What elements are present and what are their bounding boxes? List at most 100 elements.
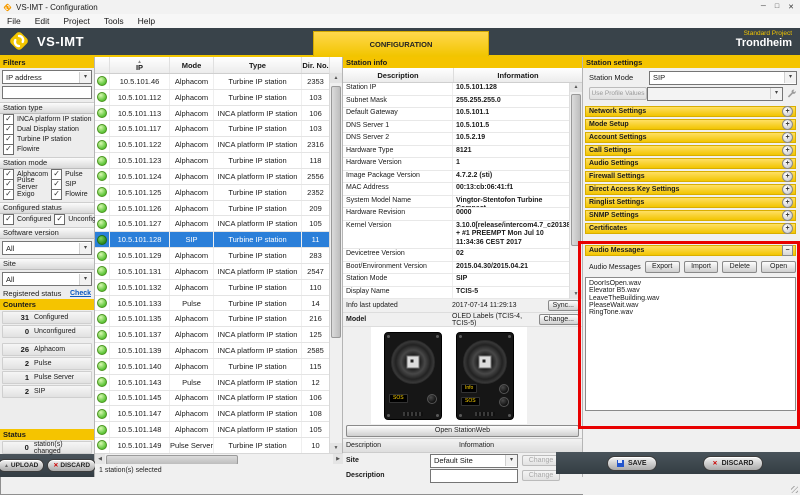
upload-button[interactable]: ▲ UPLOAD xyxy=(0,459,44,472)
menu-item[interactable]: Tools xyxy=(97,16,131,26)
chevron-down-icon[interactable]: ▾ xyxy=(770,88,782,99)
scroll-right-icon[interactable]: ▶ xyxy=(333,454,343,464)
expand-plus-icon[interactable]: + xyxy=(782,106,793,117)
expand-plus-icon[interactable]: + xyxy=(782,158,793,169)
table-row[interactable]: 10.5.101.137 Alphacom INCA platform IP s… xyxy=(95,327,342,343)
software-version-select[interactable]: All ▾ xyxy=(2,241,92,255)
column-ip[interactable]: ▴IP xyxy=(110,57,170,73)
menu-item[interactable]: Help xyxy=(131,16,162,26)
expand-plus-icon[interactable]: + xyxy=(782,184,793,195)
table-row[interactable]: 10.5.101.128 SIP Turbine IP station 11 xyxy=(95,232,342,248)
menu-item[interactable]: Project xyxy=(56,16,96,26)
chevron-down-icon[interactable]: ▾ xyxy=(79,243,91,254)
close-icon[interactable]: ✕ xyxy=(788,3,794,11)
filter-checkbox[interactable]: ✓ Configured xyxy=(0,214,51,224)
table-row[interactable]: 10.5.101.149 Pulse Server Turbine IP sta… xyxy=(95,438,342,454)
table-row[interactable]: 10.5.101.46 Alphacom Turbine IP station … xyxy=(95,74,342,90)
filter-checkbox[interactable]: ✓ SIP xyxy=(48,179,94,189)
scroll-up-icon[interactable]: ▲ xyxy=(570,83,582,92)
audio-action-button[interactable]: Open xyxy=(761,261,796,273)
column-type[interactable]: Type xyxy=(214,57,302,73)
open-stationweb-button[interactable]: Open StationWeb xyxy=(346,425,579,437)
settings-section-bar[interactable]: Network Settings + xyxy=(585,106,796,117)
expand-plus-icon[interactable]: + xyxy=(782,145,793,156)
sync-button[interactable]: Sync... xyxy=(548,300,579,311)
minimize-icon[interactable]: ─ xyxy=(761,3,766,11)
settings-section-bar[interactable]: Account Settings + xyxy=(585,132,796,143)
table-row[interactable]: 10.5.101.147 Alphacom INCA platform IP s… xyxy=(95,406,342,422)
table-row[interactable]: 10.5.101.139 Alphacom INCA platform IP s… xyxy=(95,343,342,359)
filter-checkbox[interactable]: ✓ Exigo xyxy=(0,189,48,199)
filter-checkbox[interactable]: ✓ INCA platform IP station xyxy=(0,114,94,124)
audio-file-item[interactable]: DoorIsOpen.wav xyxy=(589,280,795,287)
filter-field-select[interactable]: IP address ▾ xyxy=(2,70,92,84)
table-row[interactable]: 10.5.101.143 Pulse INCA platform IP stat… xyxy=(95,375,342,391)
expand-plus-icon[interactable]: + xyxy=(782,223,793,234)
tab-configuration[interactable]: CONFIGURATION xyxy=(313,31,489,56)
expand-plus-icon[interactable]: + xyxy=(782,171,793,182)
chevron-down-icon[interactable]: ▾ xyxy=(79,274,91,285)
use-profile-values-button[interactable]: Use Profile Values xyxy=(589,87,647,100)
change-model-button[interactable]: Change... xyxy=(539,314,579,325)
scrollbar-thumb[interactable] xyxy=(331,86,341,338)
discard-button-sidebar[interactable]: ✕ DISCARD xyxy=(47,459,96,472)
audio-file-item[interactable]: RingTone.wav xyxy=(589,309,795,316)
settings-section-bar[interactable]: SNMP Settings + xyxy=(585,210,796,221)
table-row[interactable]: 10.5.101.126 Alphacom Turbine IP station… xyxy=(95,201,342,217)
collapse-minus-icon[interactable]: − xyxy=(782,245,793,256)
table-row[interactable]: 10.5.101.133 Pulse Turbine IP station 14 xyxy=(95,296,342,312)
resize-grip[interactable] xyxy=(791,486,798,493)
save-button[interactable]: SAVE xyxy=(607,456,657,471)
site-select[interactable]: All ▾ xyxy=(2,272,92,286)
table-row[interactable]: 10.5.101.127 Alphacom INCA platform IP s… xyxy=(95,216,342,232)
info-scrollbar[interactable]: ▲ ▼ xyxy=(569,83,582,299)
settings-section-bar[interactable]: Firewall Settings + xyxy=(585,171,796,182)
audio-action-button[interactable]: Delete xyxy=(722,261,757,273)
column-mode[interactable]: Mode xyxy=(170,57,214,73)
audio-messages-bar[interactable]: Audio Messages − xyxy=(585,245,796,256)
change-description-button[interactable]: Change xyxy=(522,470,560,481)
site-value-select[interactable]: Default Site ▾ xyxy=(430,454,518,468)
audio-action-button[interactable]: Export xyxy=(645,261,680,273)
table-row[interactable]: 10.5.101.148 Alphacom INCA platform IP s… xyxy=(95,422,342,438)
check-link[interactable]: Check xyxy=(70,290,91,297)
profile-select[interactable]: ▾ xyxy=(647,87,783,101)
menu-item[interactable]: Edit xyxy=(28,16,57,26)
expand-plus-icon[interactable]: + xyxy=(782,197,793,208)
table-row[interactable]: 10.5.101.112 Alphacom Turbine IP station… xyxy=(95,90,342,106)
expand-plus-icon[interactable]: + xyxy=(782,119,793,130)
settings-section-bar[interactable]: Call Settings + xyxy=(585,145,796,156)
settings-section-bar[interactable]: Mode Setup + xyxy=(585,119,796,130)
maximize-icon[interactable]: □ xyxy=(775,3,779,11)
table-row[interactable]: 10.5.101.124 Alphacom INCA platform IP s… xyxy=(95,169,342,185)
filter-checkbox[interactable]: ✓ Flowire xyxy=(48,189,94,199)
table-row[interactable]: 10.5.101.129 Alphacom Turbine IP station… xyxy=(95,248,342,264)
chevron-down-icon[interactable]: ▾ xyxy=(505,455,517,466)
expand-plus-icon[interactable]: + xyxy=(782,210,793,221)
column-dir-no[interactable]: Dir. No. xyxy=(302,57,330,73)
table-row[interactable]: 10.5.101.125 Alphacom Turbine IP station… xyxy=(95,185,342,201)
vertical-scrollbar[interactable]: ▲ ▼ xyxy=(329,73,342,453)
menu-item[interactable]: File xyxy=(0,16,28,26)
settings-section-bar[interactable]: Certificates + xyxy=(585,223,796,234)
audio-files-listbox[interactable]: DoorIsOpen.wavElevator B5.wavLeaveTheBui… xyxy=(585,277,796,411)
scroll-down-icon[interactable]: ▼ xyxy=(330,443,342,453)
table-row[interactable]: 10.5.101.145 Alphacom INCA platform IP s… xyxy=(95,391,342,407)
scrollbar-thumb[interactable] xyxy=(571,94,581,246)
audio-file-item[interactable]: PleaseWait.wav xyxy=(589,302,795,309)
description-input[interactable] xyxy=(430,469,518,483)
table-row[interactable]: 10.5.101.132 Alphacom Turbine IP station… xyxy=(95,280,342,296)
chevron-down-icon[interactable]: ▾ xyxy=(79,72,91,83)
settings-section-bar[interactable]: Ringlist Settings + xyxy=(585,197,796,208)
filter-checkbox[interactable]: ✓ Pulse xyxy=(48,169,94,179)
filter-checkbox[interactable]: ✓ Pulse Server xyxy=(0,179,48,189)
table-row[interactable]: 10.5.101.117 Alphacom Turbine IP station… xyxy=(95,121,342,137)
settings-section-bar[interactable]: Direct Access Key Settings + xyxy=(585,184,796,195)
table-row[interactable]: 10.5.101.135 Alphacom Turbine IP station… xyxy=(95,311,342,327)
filter-value-input[interactable] xyxy=(2,86,92,99)
filter-checkbox[interactable]: ✓ Dual Display station xyxy=(0,124,94,134)
audio-file-item[interactable]: LeaveTheBuilding.wav xyxy=(589,295,795,302)
table-row[interactable]: 10.5.101.113 Alphacom INCA platform IP s… xyxy=(95,106,342,122)
scroll-down-icon[interactable]: ▼ xyxy=(570,290,582,299)
expand-plus-icon[interactable]: + xyxy=(782,132,793,143)
